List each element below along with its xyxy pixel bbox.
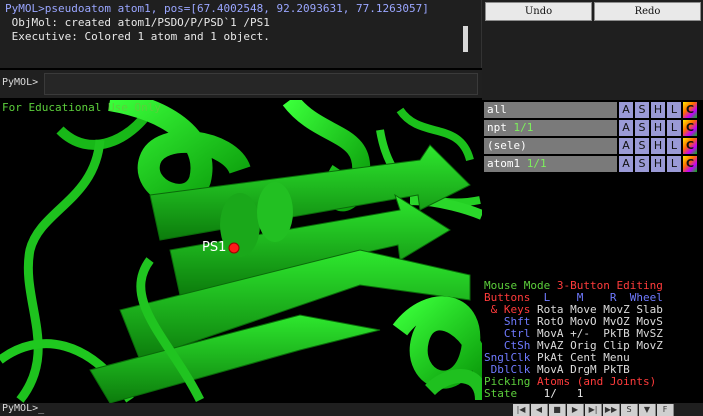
sequence-button[interactable]: S bbox=[621, 404, 638, 416]
hide-button[interactable]: H bbox=[650, 102, 665, 118]
hide-button[interactable]: H bbox=[650, 120, 665, 136]
redo-button[interactable]: Redo bbox=[594, 2, 701, 21]
object-row-atom1[interactable]: atom1 1/1 A S H L C bbox=[484, 156, 702, 172]
object-name[interactable]: (sele) bbox=[484, 138, 617, 154]
show-button[interactable]: S bbox=[634, 138, 649, 154]
fast-forward-button[interactable]: ▶▶ bbox=[603, 404, 620, 416]
label-button[interactable]: L bbox=[666, 102, 681, 118]
molecule-viewport[interactable]: For Educational Use Only PS1 bbox=[0, 100, 482, 403]
console-line: Executive: Colored 1 atom and 1 object. bbox=[5, 30, 270, 43]
output-console: PyMOL>pseudoatom atom1, pos=[67.4002548,… bbox=[0, 0, 482, 68]
action-button[interactable]: A bbox=[618, 138, 633, 154]
bottom-prompt[interactable]: PyMOL>_ bbox=[2, 403, 44, 414]
bottom-bar: PyMOL>_ |◀ ◀ ■ ▶ ▶| ▶▶ S ▼ F bbox=[0, 403, 703, 416]
action-button[interactable]: A bbox=[618, 156, 633, 172]
show-button[interactable]: S bbox=[634, 120, 649, 136]
object-row-sele[interactable]: (sele) A S H L C bbox=[484, 138, 702, 154]
color-button[interactable]: C bbox=[682, 120, 697, 136]
action-button[interactable]: A bbox=[618, 120, 633, 136]
mouse-mode-panel[interactable]: Mouse Mode 3-Button Editing Buttons L M … bbox=[482, 280, 703, 403]
object-row-all[interactable]: all A S H L C bbox=[484, 102, 702, 118]
state-line: State 1/ 1 bbox=[484, 387, 584, 400]
show-button[interactable]: S bbox=[634, 102, 649, 118]
object-name[interactable]: all bbox=[484, 102, 617, 118]
step-forward-button[interactable]: ▶| bbox=[585, 404, 602, 416]
color-button[interactable]: C bbox=[682, 138, 697, 154]
educational-watermark: For Educational Use Only bbox=[2, 101, 161, 114]
object-name[interactable]: atom1 1/1 bbox=[484, 156, 617, 172]
play-button[interactable]: ▶ bbox=[567, 404, 584, 416]
command-prompt: PyMOL> bbox=[2, 77, 39, 88]
hide-button[interactable]: H bbox=[650, 156, 665, 172]
object-row-npt[interactable]: npt 1/1 A S H L C bbox=[484, 120, 702, 136]
label-button[interactable]: L bbox=[666, 138, 681, 154]
hide-button[interactable]: H bbox=[650, 138, 665, 154]
label-button[interactable]: L bbox=[666, 156, 681, 172]
object-panel: all A S H L C npt 1/1 A S H L C (sele) A… bbox=[482, 100, 703, 280]
menu-down-button[interactable]: ▼ bbox=[639, 404, 656, 416]
action-button[interactable]: A bbox=[618, 102, 633, 118]
rewind-button[interactable]: |◀ bbox=[513, 404, 530, 416]
command-bar: PyMOL> bbox=[0, 70, 482, 98]
command-input[interactable] bbox=[44, 73, 478, 95]
object-name[interactable]: npt 1/1 bbox=[484, 120, 617, 136]
color-button[interactable]: C bbox=[682, 156, 697, 172]
label-button[interactable]: L bbox=[666, 120, 681, 136]
step-back-button[interactable]: ◀ bbox=[531, 404, 548, 416]
console-line: ObjMol: created atom1/PSDO/P/PSD`1 /PS1 bbox=[5, 16, 270, 29]
console-scrollbar[interactable] bbox=[463, 26, 468, 52]
pseudoatom-sphere bbox=[228, 242, 240, 254]
show-button[interactable]: S bbox=[634, 156, 649, 172]
protein-cartoon bbox=[0, 100, 482, 403]
top-right-panel: Undo Redo bbox=[482, 0, 703, 100]
atom-label: PS1 bbox=[202, 240, 227, 255]
console-line: PyMOL>pseudoatom atom1, pos=[67.4002548,… bbox=[5, 2, 429, 15]
fullscreen-button[interactable]: F bbox=[657, 404, 674, 416]
stop-button[interactable]: ■ bbox=[549, 404, 566, 416]
undo-button[interactable]: Undo bbox=[485, 2, 592, 21]
color-button[interactable]: C bbox=[682, 102, 697, 118]
